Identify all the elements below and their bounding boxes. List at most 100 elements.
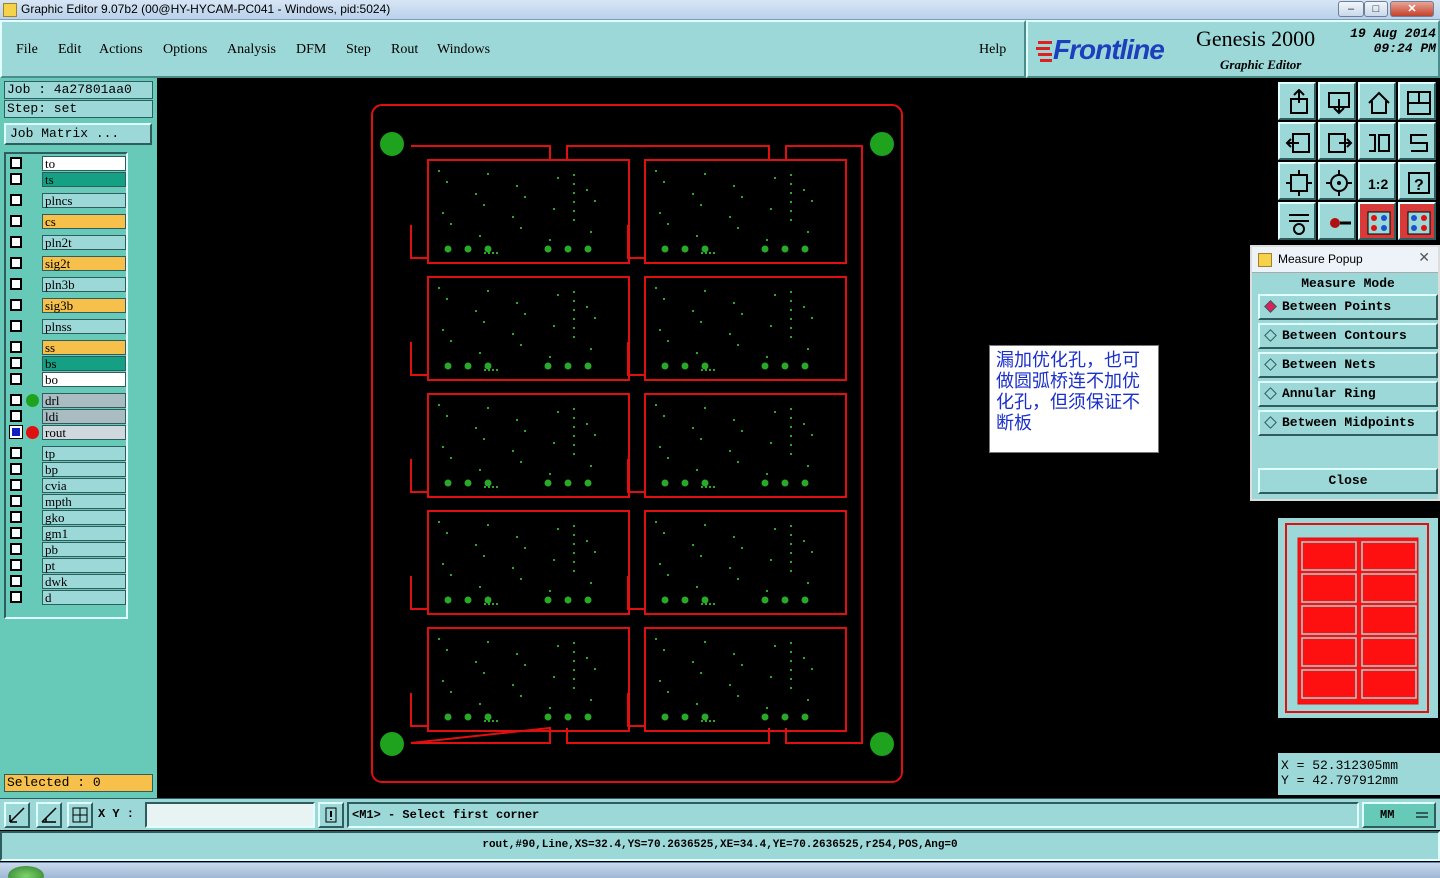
help-icon[interactable]: ? <box>1398 162 1436 200</box>
layer-row-pt[interactable]: pt <box>8 558 126 573</box>
layer-row-d[interactable]: d <box>8 590 126 605</box>
menu-analysis[interactable]: Analysis <box>227 42 276 58</box>
layer-row-pb[interactable]: pb <box>8 542 126 557</box>
zoom-area-icon[interactable] <box>4 802 30 828</box>
layer-checkbox[interactable] <box>10 215 22 227</box>
open-icon[interactable] <box>1278 82 1316 120</box>
layers-red-icon[interactable] <box>1358 202 1396 240</box>
layer-name[interactable]: d <box>42 590 126 605</box>
grid-icon[interactable] <box>67 802 93 828</box>
layer-row-sig3b[interactable]: sig3b <box>8 298 126 313</box>
measure-option[interactable]: Between Midpoints <box>1258 410 1438 436</box>
layer-checkbox[interactable] <box>10 511 22 523</box>
measure-option[interactable]: Between Contours <box>1258 323 1438 349</box>
layer-name[interactable]: sig2t <box>42 256 126 271</box>
layer-name[interactable]: drl <box>42 393 126 408</box>
menu-file[interactable]: File <box>16 42 38 58</box>
layer-checkbox[interactable] <box>10 463 22 475</box>
layer-name[interactable]: bo <box>42 372 126 387</box>
menu-dfm[interactable]: DFM <box>296 42 326 58</box>
scale-icon[interactable]: 1:2 <box>1358 162 1396 200</box>
home-icon[interactable] <box>1358 82 1396 120</box>
layer-name[interactable]: bs <box>42 356 126 371</box>
layer-checkbox[interactable] <box>10 194 22 206</box>
layer-row-ss[interactable]: ss <box>8 340 126 355</box>
measure-option[interactable]: Between Points <box>1258 294 1438 320</box>
layer-row-cs[interactable]: cs <box>8 214 126 229</box>
layer-name[interactable]: dwk <box>42 574 126 589</box>
layer-name[interactable]: gko <box>42 510 126 525</box>
layer-row-tp[interactable]: tp <box>8 446 126 461</box>
layer-name[interactable]: ss <box>42 340 126 355</box>
layer-checkbox[interactable] <box>10 495 22 507</box>
pin-icon[interactable] <box>1318 202 1356 240</box>
layer-name[interactable]: to <box>42 156 126 171</box>
minimize-button[interactable]: – <box>1338 1 1364 17</box>
layer-row-drl[interactable]: drl <box>8 393 126 408</box>
layer-name[interactable]: pln2t <box>42 235 126 250</box>
layer-checkbox[interactable] <box>10 320 22 332</box>
menu-windows[interactable]: Windows <box>437 42 490 58</box>
layer-checkbox[interactable] <box>10 173 22 185</box>
layer-checkbox[interactable] <box>10 278 22 290</box>
layer-name[interactable]: pb <box>42 542 126 557</box>
layer-row-bo[interactable]: bo <box>8 372 126 387</box>
overview-minimap[interactable] <box>1278 518 1438 718</box>
layer-row-bp[interactable]: bp <box>8 462 126 477</box>
menu-options[interactable]: Options <box>163 42 207 58</box>
layer-name[interactable]: pln3b <box>42 277 126 292</box>
layer-row-ts[interactable]: ts <box>8 172 126 187</box>
layer-checkbox[interactable] <box>10 236 22 248</box>
measure-popup-header[interactable]: Measure Popup ✕ <box>1252 247 1438 273</box>
menu-help[interactable]: Help <box>979 42 1006 58</box>
layers-red-icon-2[interactable] <box>1398 202 1436 240</box>
menu-rout[interactable]: Rout <box>391 42 418 58</box>
layer-row-gko[interactable]: gko <box>8 510 126 525</box>
layer-name[interactable]: rout <box>42 425 126 440</box>
menu-step[interactable]: Step <box>346 42 371 58</box>
layer-checkbox[interactable] <box>10 447 22 459</box>
layer-row-pln2t[interactable]: pln2t <box>8 235 126 250</box>
layer-checkbox[interactable] <box>9 425 23 439</box>
measure-option[interactable]: Annular Ring <box>1258 381 1438 407</box>
swap-icon[interactable] <box>1398 122 1436 160</box>
layer-name[interactable]: ldi <box>42 409 126 424</box>
layer-row-gm1[interactable]: gm1 <box>8 526 126 541</box>
layer-name[interactable]: plncs <box>42 193 126 208</box>
layer-checkbox[interactable] <box>10 479 22 491</box>
layer-checkbox[interactable] <box>10 575 22 587</box>
layer-checkbox[interactable] <box>10 357 22 369</box>
layer-row-sig2t[interactable]: sig2t <box>8 256 126 271</box>
xy-input[interactable] <box>145 802 315 828</box>
layer-checkbox[interactable] <box>10 257 22 269</box>
layer-row-plnss[interactable]: plnss <box>8 319 126 334</box>
measure-icon[interactable] <box>36 802 62 828</box>
measure-option[interactable]: Between Nets <box>1258 352 1438 378</box>
layer-name[interactable]: bp <box>42 462 126 477</box>
alert-icon[interactable] <box>318 802 344 828</box>
save-icon[interactable] <box>1318 82 1356 120</box>
layer-checkbox[interactable] <box>10 341 22 353</box>
layer-checkbox[interactable] <box>10 410 22 422</box>
layer-checkbox[interactable] <box>10 527 22 539</box>
menu-edit[interactable]: Edit <box>58 42 81 58</box>
layer-name[interactable]: tp <box>42 446 126 461</box>
layer-checkbox[interactable] <box>10 394 22 406</box>
menu-actions[interactable]: Actions <box>99 42 143 58</box>
measure-close-button[interactable]: Close <box>1258 468 1438 494</box>
left-icon[interactable] <box>1278 122 1316 160</box>
layer-checkbox[interactable] <box>10 559 22 571</box>
layer-row-ldi[interactable]: ldi <box>8 409 126 424</box>
flip-icon[interactable] <box>1358 122 1396 160</box>
layer-row-bs[interactable]: bs <box>8 356 126 371</box>
close-button[interactable]: ✕ <box>1390 1 1434 17</box>
layer-checkbox[interactable] <box>10 543 22 555</box>
layer-row-cvia[interactable]: cvia <box>8 478 126 493</box>
job-matrix-button[interactable]: Job Matrix ... <box>4 123 152 145</box>
layer-row-pln3b[interactable]: pln3b <box>8 277 126 292</box>
layer-name[interactable]: gm1 <box>42 526 126 541</box>
layer-row-plncs[interactable]: plncs <box>8 193 126 208</box>
layer-row-dwk[interactable]: dwk <box>8 574 126 589</box>
layer-checkbox[interactable] <box>10 373 22 385</box>
window-icon[interactable] <box>1398 82 1436 120</box>
